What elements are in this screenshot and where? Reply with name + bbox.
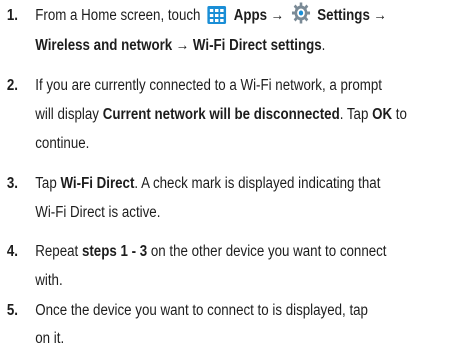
step-number: 3. bbox=[6, 175, 19, 192]
step-3-line-1: Tap Wi-Fi Direct. A check mark is displa… bbox=[35, 175, 381, 192]
step-2-line-2: will display Current network will be dis… bbox=[35, 106, 407, 123]
instruction-steps: 1. From a Home screen, touch Apps → Sett… bbox=[0, 0, 473, 352]
step-number: 2. bbox=[6, 77, 19, 94]
step-number: 4. bbox=[6, 243, 19, 260]
settings-label: Settings → bbox=[317, 7, 387, 24]
step-2-line-1: If you are currently connected to a Wi-F… bbox=[35, 77, 382, 94]
settings-gear-icon bbox=[291, 2, 310, 34]
step-1-line-1: From a Home screen, touch Apps → Setting… bbox=[35, 2, 387, 34]
apps-grid-icon bbox=[207, 6, 227, 34]
step-number: 1. bbox=[6, 7, 19, 24]
step-2-line-3: continue. bbox=[35, 135, 90, 152]
step-5-line-1: Once the device you want to connect to i… bbox=[35, 302, 368, 319]
step-1-line-2: Wireless and network → Wi-Fi Direct sett… bbox=[35, 37, 326, 54]
step-5-line-2: on it. bbox=[35, 330, 65, 347]
step-number: 5. bbox=[6, 302, 19, 319]
step-4-line-1: Repeat steps 1 - 3 on the other device y… bbox=[35, 243, 387, 260]
step-3-line-2: Wi-Fi Direct is active. bbox=[35, 204, 161, 221]
step-4-line-2: with. bbox=[35, 272, 63, 289]
apps-label: Apps → bbox=[233, 7, 285, 24]
